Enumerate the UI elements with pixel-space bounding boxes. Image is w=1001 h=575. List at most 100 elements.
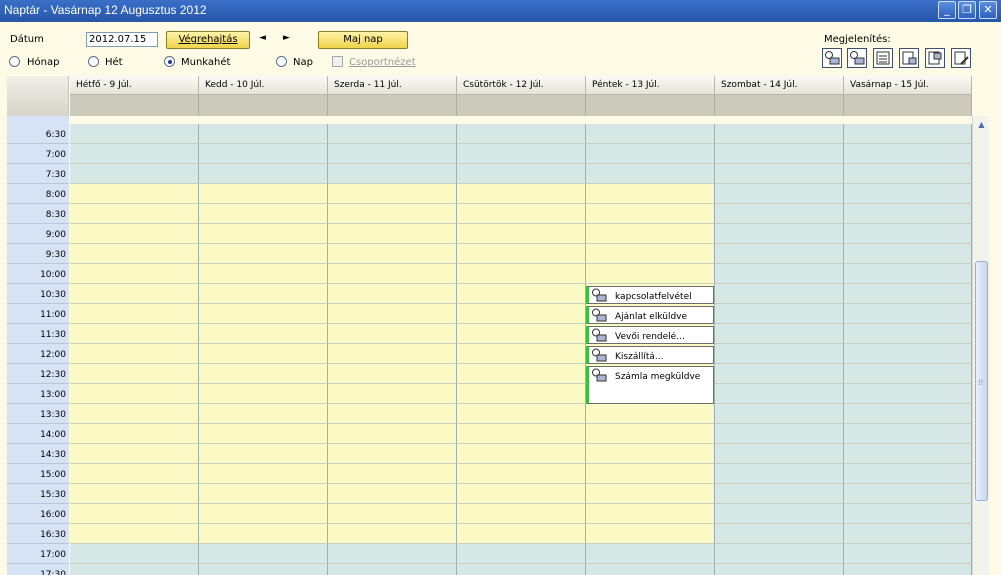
day-header-0[interactable]: Hétfő - 9 Júl. (70, 76, 199, 95)
view-month-radio[interactable] (9, 56, 20, 67)
time-slot[interactable] (715, 524, 844, 544)
time-slot[interactable] (328, 244, 457, 264)
time-slot[interactable] (715, 444, 844, 464)
vertical-scrollbar[interactable]: ▲ ⁞⁞ (972, 116, 989, 575)
appointment-item[interactable]: Vevői rendelé... (586, 326, 714, 344)
all-day-cell[interactable] (328, 95, 457, 116)
time-slot[interactable] (199, 524, 328, 544)
time-slot[interactable] (844, 304, 972, 324)
time-slot[interactable] (457, 184, 586, 204)
time-slot[interactable] (328, 424, 457, 444)
day-header-1[interactable]: Kedd - 10 Júl. (199, 76, 328, 95)
time-slot[interactable] (457, 344, 586, 364)
time-slot[interactable] (586, 264, 715, 284)
time-slot[interactable] (715, 344, 844, 364)
time-slot[interactable] (199, 264, 328, 284)
group-view-checkbox[interactable] (332, 56, 343, 67)
time-slot[interactable] (328, 484, 457, 504)
time-slot[interactable] (328, 184, 457, 204)
time-slot[interactable] (70, 184, 199, 204)
time-slot[interactable] (715, 284, 844, 304)
time-slot[interactable] (70, 144, 199, 164)
time-slot[interactable] (199, 544, 328, 564)
time-slot[interactable] (328, 524, 457, 544)
time-slot[interactable] (844, 244, 972, 264)
time-slot[interactable] (586, 184, 715, 204)
time-slot[interactable] (328, 404, 457, 424)
time-slot[interactable] (70, 284, 199, 304)
time-slot[interactable] (715, 204, 844, 224)
time-slot[interactable] (844, 124, 972, 144)
time-slot[interactable] (457, 324, 586, 344)
time-slot[interactable] (715, 504, 844, 524)
time-slot[interactable] (70, 464, 199, 484)
time-slot[interactable] (844, 544, 972, 564)
time-slot[interactable] (457, 244, 586, 264)
time-slot[interactable] (199, 124, 328, 144)
time-slot[interactable] (70, 524, 199, 544)
time-slot[interactable] (199, 244, 328, 264)
time-slot[interactable] (199, 504, 328, 524)
time-slot[interactable] (457, 404, 586, 424)
time-slot[interactable] (199, 304, 328, 324)
time-slot[interactable] (457, 504, 586, 524)
time-slot[interactable] (328, 264, 457, 284)
time-slot[interactable] (715, 464, 844, 484)
time-slot[interactable] (328, 344, 457, 364)
time-slot[interactable] (70, 124, 199, 144)
time-slot[interactable] (70, 484, 199, 504)
time-slot[interactable] (199, 384, 328, 404)
time-slot[interactable] (844, 484, 972, 504)
view-workweek-radio[interactable] (164, 56, 175, 67)
previous-arrow-icon[interactable]: ◄ (259, 33, 266, 43)
time-slot[interactable] (844, 444, 972, 464)
day-header-4[interactable]: Péntek - 13 Júl. (586, 76, 715, 95)
time-slot[interactable] (199, 404, 328, 424)
time-slot[interactable] (457, 444, 586, 464)
time-slot[interactable] (199, 444, 328, 464)
execute-button[interactable]: Végrehajtás (166, 31, 250, 49)
time-slot[interactable] (715, 144, 844, 164)
appointment-item[interactable]: Ajánlat elküldve (586, 306, 714, 324)
time-slot[interactable] (844, 384, 972, 404)
appointment-item[interactable]: kapcsolatfelvétel (586, 286, 714, 304)
time-slot[interactable] (844, 284, 972, 304)
time-slot[interactable] (844, 424, 972, 444)
time-slot[interactable] (70, 364, 199, 384)
all-day-cell[interactable] (715, 95, 844, 116)
time-slot[interactable] (715, 124, 844, 144)
time-slot[interactable] (844, 144, 972, 164)
view-day-radio[interactable] (276, 56, 287, 67)
time-slot[interactable] (715, 404, 844, 424)
time-slot[interactable] (199, 344, 328, 364)
time-slot[interactable] (328, 464, 457, 484)
time-slot[interactable] (715, 484, 844, 504)
time-slot[interactable] (70, 424, 199, 444)
time-slot[interactable] (457, 564, 586, 575)
time-slot[interactable] (328, 564, 457, 575)
time-slot[interactable] (457, 544, 586, 564)
view-type-4-button[interactable] (899, 48, 919, 68)
time-slot[interactable] (199, 484, 328, 504)
time-slot[interactable] (457, 144, 586, 164)
time-slot[interactable] (844, 504, 972, 524)
time-slot[interactable] (199, 564, 328, 575)
view-type-1-button[interactable] (822, 48, 842, 68)
maximize-button[interactable]: ❐ (958, 1, 976, 19)
close-button[interactable]: ✕ (979, 1, 997, 19)
time-slot[interactable] (586, 464, 715, 484)
day-header-2[interactable]: Szerda - 11 Júl. (328, 76, 457, 95)
time-slot[interactable] (199, 364, 328, 384)
all-day-cell[interactable] (457, 95, 586, 116)
today-button[interactable]: Maj nap (318, 31, 408, 49)
time-slot[interactable] (715, 364, 844, 384)
time-slot[interactable] (199, 224, 328, 244)
time-slot[interactable] (70, 564, 199, 575)
time-slot[interactable] (844, 364, 972, 384)
time-slot[interactable] (586, 244, 715, 264)
view-type-6-button[interactable] (951, 48, 971, 68)
time-slot[interactable] (457, 204, 586, 224)
time-slot[interactable] (70, 404, 199, 424)
time-slot[interactable] (844, 524, 972, 544)
time-slot[interactable] (70, 444, 199, 464)
